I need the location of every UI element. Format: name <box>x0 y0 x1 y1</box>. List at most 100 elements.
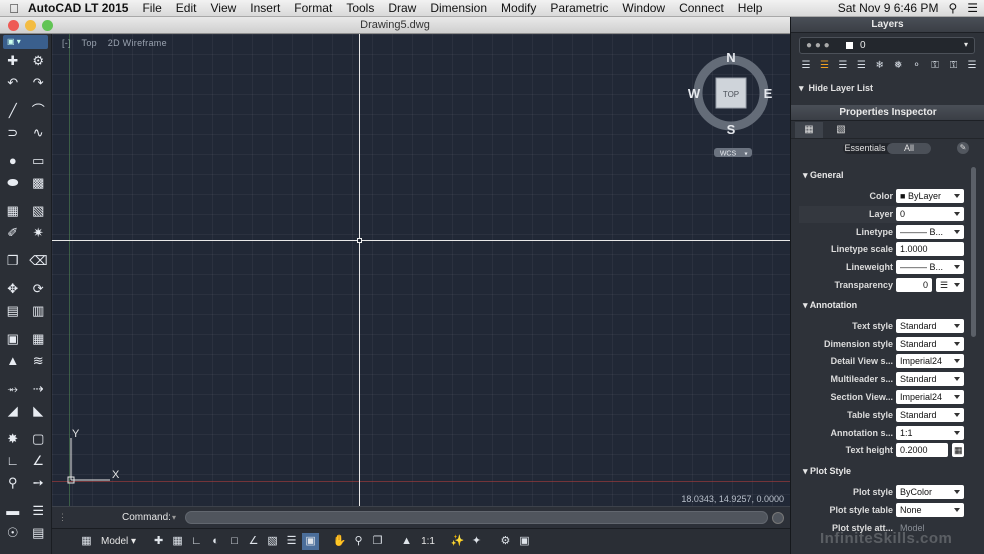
menu-view[interactable]: View <box>210 1 236 15</box>
extend-icon[interactable]: ⇢ <box>29 380 47 398</box>
notification-list-icon[interactable]: ☰ <box>967 1 978 15</box>
rectangle-icon[interactable]: ▭ <box>29 152 47 170</box>
menu-parametric[interactable]: Parametric <box>550 1 608 15</box>
object-properties-tab-icon[interactable]: ▦ <box>795 122 823 138</box>
zoom-window-button[interactable] <box>42 20 53 31</box>
object-snap-icon[interactable]: □ <box>226 533 243 550</box>
copy-icon[interactable]: ❐ <box>4 252 22 270</box>
layer-isolate-icon[interactable]: ☰ <box>836 59 850 73</box>
select-icon[interactable]: ✚ <box>4 52 22 70</box>
command-input[interactable] <box>185 511 768 524</box>
pin-icon[interactable]: ✎ <box>957 142 969 154</box>
auto-scale-icon[interactable]: ✦ <box>468 533 485 550</box>
dimension-linear-icon[interactable]: ∟ <box>4 452 22 470</box>
workspace-icon[interactable]: ⚙ <box>497 533 514 550</box>
match-properties-icon[interactable]: ✐ <box>4 224 22 242</box>
layer-dropdown[interactable]: ● ● ● 0 ▾ <box>799 37 975 54</box>
command-line-grip-icon[interactable]: ⋮ <box>58 512 67 523</box>
erase-icon[interactable]: ⌫ <box>29 252 47 270</box>
grid-icon[interactable]: ▦ <box>169 533 186 550</box>
ortho-icon[interactable]: ∟ <box>188 533 205 550</box>
menu-draw[interactable]: Draw <box>388 1 416 15</box>
view-name[interactable]: Top <box>82 38 97 48</box>
transparency-mode-dropdown[interactable]: ☰ <box>936 278 964 292</box>
prop-value-color[interactable]: ■ ByLayer <box>896 189 964 203</box>
section-plot-style[interactable]: ▾ Plot Style <box>803 466 851 477</box>
fullscreen-icon[interactable]: ▣ <box>516 533 533 550</box>
list-icon[interactable]: ▤ <box>29 524 47 542</box>
prop-value-multileader-style[interactable]: Standard <box>896 372 964 386</box>
prop-value-text-style[interactable]: Standard <box>896 319 964 333</box>
text-icon[interactable]: ▬ <box>4 502 22 520</box>
multiline-text-icon[interactable]: ☰ <box>29 502 47 520</box>
explode-icon[interactable]: ✸ <box>4 430 22 448</box>
redo-icon[interactable]: ↷ <box>29 74 47 92</box>
layer-properties-tab-icon[interactable]: ▧ <box>827 122 855 138</box>
prop-value-dimension-style[interactable]: Standard <box>896 337 964 351</box>
menu-help[interactable]: Help <box>738 1 763 15</box>
create-block-icon[interactable]: ▧ <box>29 202 47 220</box>
dimension-aligned-icon[interactable]: ∠ <box>29 452 47 470</box>
menu-tools[interactable]: Tools <box>346 1 374 15</box>
quick-select-icon[interactable]: ⚙ <box>29 52 47 70</box>
model-layout-tab[interactable]: Model ▾ <box>97 536 140 547</box>
annotation-scale[interactable]: 1:1 <box>417 536 439 547</box>
move-icon[interactable]: ✥ <box>4 280 22 298</box>
ellipse-icon[interactable]: ⬬ <box>4 174 22 192</box>
annotation-scale-icon[interactable]: ▲ <box>398 533 415 550</box>
layer-unisolate-icon[interactable]: ☰ <box>854 59 868 73</box>
properties-scrollbar[interactable] <box>971 167 976 337</box>
menu-modify[interactable]: Modify <box>501 1 536 15</box>
arc-icon[interactable]: ⊃ <box>4 124 22 142</box>
menu-dimension[interactable]: Dimension <box>430 1 487 15</box>
palette-selector[interactable]: ▣ ▾ <box>3 35 48 49</box>
prop-value-table-style[interactable]: Standard <box>896 408 964 422</box>
pan-icon[interactable]: ✋ <box>331 533 348 550</box>
drawing-canvas[interactable]: [-] Top 2D Wireframe Y X TOP N S E W WCS… <box>52 34 790 506</box>
visual-style[interactable]: 2D Wireframe <box>108 38 167 48</box>
layer-previous-icon[interactable]: ☰ <box>817 59 831 73</box>
prop-value-detail-view-style[interactable]: Imperial24 <box>896 354 964 368</box>
layer-settings-icon[interactable]: ☰ <box>965 59 979 73</box>
prop-value-transparency[interactable]: 0 <box>896 278 932 292</box>
app-menu[interactable]: AutoCAD LT 2015 <box>28 1 128 15</box>
prop-value-layer[interactable]: 0 <box>896 207 964 221</box>
prop-value-section-view-style[interactable]: Imperial24 <box>896 390 964 404</box>
stretch-icon[interactable]: ▥ <box>29 302 47 320</box>
text-height-pick-icon[interactable]: ▦ <box>952 443 964 457</box>
minimize-window-button[interactable] <box>25 20 36 31</box>
chamfer-icon[interactable]: ◣ <box>29 402 47 420</box>
prop-value-plot-style[interactable]: ByColor <box>896 485 964 499</box>
scale-icon[interactable]: ▤ <box>4 302 22 320</box>
apple-icon[interactable]:  <box>0 1 28 16</box>
menu-connect[interactable]: Connect <box>679 1 724 15</box>
array-icon[interactable]: ▣ <box>4 330 22 348</box>
layer-unlock-icon[interactable]: ⚿ <box>947 59 961 73</box>
offset-icon[interactable]: ≋ <box>29 352 47 370</box>
command-history-chevron-icon[interactable]: ▾ <box>172 513 176 522</box>
menu-edit[interactable]: Edit <box>176 1 197 15</box>
prop-value-text-height[interactable]: 0.2000 <box>896 443 948 457</box>
lineweight-icon[interactable]: ☰ <box>283 533 300 550</box>
new-layer-icon[interactable]: ☰ <box>799 59 813 73</box>
insert-block-icon[interactable]: ▦ <box>4 202 22 220</box>
fillet-icon[interactable]: ◢ <box>4 402 22 420</box>
prop-value-plot-style-table[interactable]: None <box>896 503 964 517</box>
layer-lock-icon[interactable]: ⚿ <box>928 59 942 73</box>
clock[interactable]: Sat Nov 9 6:46 PM <box>838 1 939 15</box>
trim-icon[interactable]: ⥇ <box>4 380 22 398</box>
measure-icon[interactable]: ☉ <box>4 524 22 542</box>
menu-file[interactable]: File <box>142 1 161 15</box>
point-icon[interactable]: ✷ <box>29 224 47 242</box>
section-annotation[interactable]: ▾ Annotation <box>803 300 857 311</box>
close-window-button[interactable] <box>8 20 19 31</box>
snap-icon[interactable]: ✚ <box>150 533 167 550</box>
menu-window[interactable]: Window <box>622 1 665 15</box>
command-customize-button[interactable] <box>772 512 784 524</box>
orbit-icon[interactable]: ❐ <box>369 533 386 550</box>
spline-icon[interactable]: ∿ <box>29 124 47 142</box>
prop-value-annotation-scale[interactable]: 1:1 <box>896 426 964 440</box>
region-icon[interactable]: ▢ <box>29 430 47 448</box>
layer-freeze-icon[interactable]: ❄ <box>873 59 887 73</box>
viewport-controls[interactable]: [-] Top 2D Wireframe <box>62 38 175 48</box>
